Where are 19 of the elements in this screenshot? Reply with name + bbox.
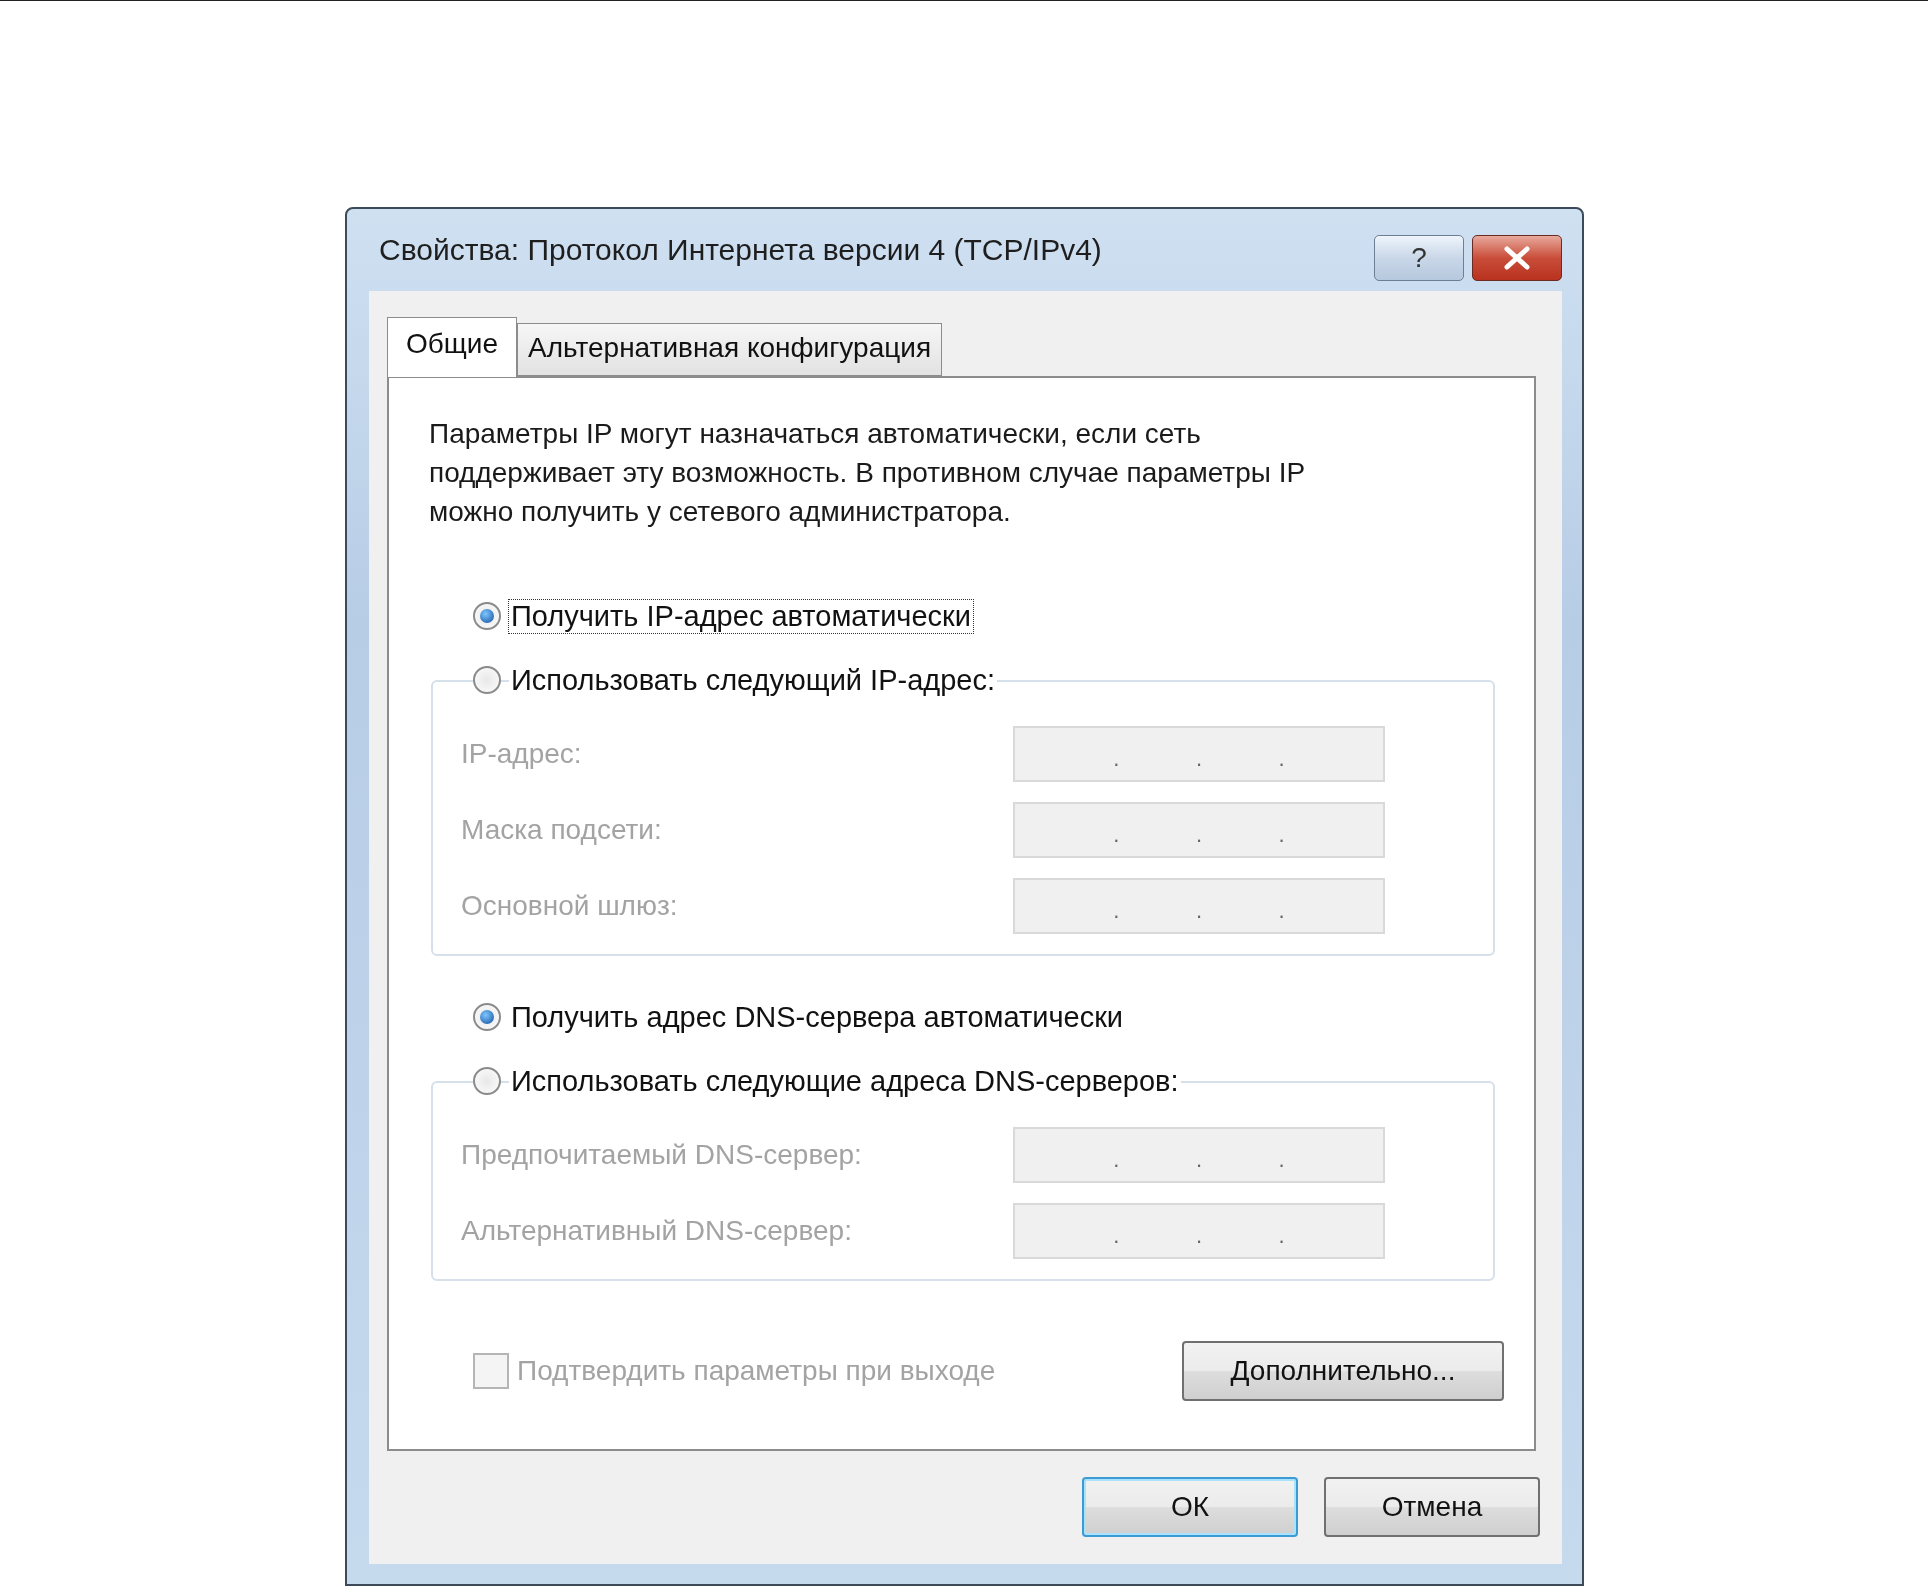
field-label: Предпочитаемый DNS-сервер:	[461, 1139, 862, 1171]
tab[interactable]: Альтернативная конфигурация	[517, 323, 943, 376]
field-label: IP-адрес:	[461, 738, 582, 770]
field-label: Альтернативный DNS-сервер:	[461, 1215, 852, 1247]
advanced-button[interactable]: Дополнительно...	[1182, 1341, 1504, 1401]
close-icon	[1502, 246, 1532, 270]
close-button[interactable]	[1472, 235, 1562, 281]
field-label: Основной шлюз:	[461, 890, 678, 922]
dialog-button[interactable]: Отмена	[1324, 1477, 1540, 1537]
tab[interactable]: Общие	[387, 317, 518, 377]
radio-button[interactable]	[473, 602, 501, 630]
radio-button[interactable]	[473, 666, 501, 694]
radio-button[interactable]	[473, 1067, 501, 1095]
dialog-button[interactable]: ОК	[1082, 1477, 1298, 1537]
help-button[interactable]: ?	[1374, 235, 1464, 281]
window-title: Свойства: Протокол Интернета версии 4 (TCP/IPv4)	[378, 233, 1102, 267]
description-text: Параметры IP могут назначаться автоматически, если сеть поддерживает эту возможность. В противном случае параметры IP можно получить у сетевого администратора.	[429, 417, 1306, 529]
radio-button[interactable]	[473, 1003, 501, 1031]
field-label: Маска подсети:	[461, 814, 662, 846]
